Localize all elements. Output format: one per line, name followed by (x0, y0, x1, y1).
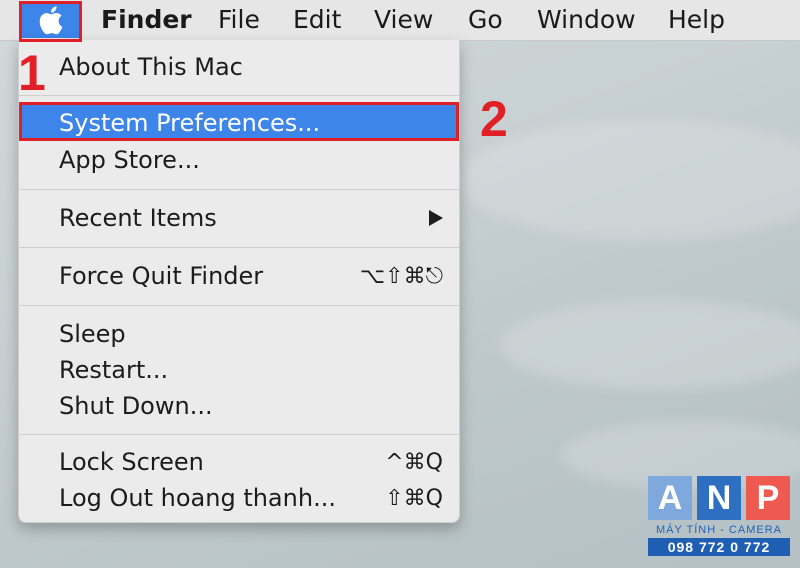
menu-separator (19, 434, 459, 435)
apple-dropdown-menu: About This Mac System Preferences... App… (18, 40, 460, 523)
menubar-item-view[interactable]: View (374, 4, 433, 36)
menubar-item-go[interactable]: Go (468, 4, 503, 36)
step1-label: 1 (18, 45, 46, 101)
menu-item-label: About This Mac (59, 53, 243, 81)
menubar-item-edit[interactable]: Edit (293, 4, 341, 36)
menu-item-log-out[interactable]: Log Out hoang thanh... ⇧⌘Q (19, 480, 459, 516)
triangle-right-icon (429, 210, 443, 226)
menu-item-shortcut: ⌥⇧⌘⎋ (359, 263, 443, 289)
menu-item-label: App Store... (59, 146, 200, 174)
menu-item-restart[interactable]: Restart... (19, 352, 459, 388)
step2-label: 2 (480, 91, 508, 147)
logo-tagline: MÁY TÍNH - CAMERA (656, 524, 782, 536)
menu-item-recent-items[interactable]: Recent Items (19, 200, 459, 236)
menu-item-system-preferences[interactable]: System Preferences... (19, 105, 459, 141)
menu-item-shut-down[interactable]: Shut Down... (19, 388, 459, 424)
menu-separator (19, 247, 459, 248)
menu-item-label: Sleep (59, 320, 126, 348)
apple-logo-icon (39, 6, 63, 35)
menu-item-label: Restart... (59, 356, 169, 384)
menu-item-label: System Preferences... (59, 109, 321, 137)
menu-item-sleep[interactable]: Sleep (19, 316, 459, 352)
logo-phone: 098 772 0 772 (648, 538, 790, 556)
menu-item-shortcut: ⇧⌘Q (385, 485, 443, 511)
apple-menu-button[interactable] (20, 2, 80, 38)
menu-item-app-store[interactable]: App Store... (19, 142, 459, 178)
menu-separator (19, 305, 459, 306)
menu-item-about-this-mac[interactable]: About This Mac (19, 49, 459, 85)
menu-item-label: Force Quit Finder (59, 262, 264, 290)
menu-item-label: Lock Screen (59, 448, 204, 476)
menu-item-lock-screen[interactable]: Lock Screen ^⌘Q (19, 444, 459, 480)
logo-letter-p: P (746, 476, 790, 520)
menubar-item-file[interactable]: File (218, 4, 260, 36)
menubar-item-finder[interactable]: Finder (101, 4, 192, 36)
menu-bar: Finder File Edit View Go Window Help (0, 0, 800, 41)
logo-letter-a: A (648, 476, 692, 520)
anp-watermark-logo: A N P MÁY TÍNH - CAMERA 098 772 0 772 (648, 476, 790, 558)
menu-item-label: Log Out hoang thanh... (59, 484, 336, 512)
menu-item-label: Recent Items (59, 204, 217, 232)
logo-letter-n: N (697, 476, 741, 520)
menubar-item-window[interactable]: Window (537, 4, 636, 36)
menubar-item-help[interactable]: Help (668, 4, 725, 36)
menu-item-label: Shut Down... (59, 392, 213, 420)
menu-separator (19, 95, 459, 96)
menu-item-shortcut: ^⌘Q (385, 449, 443, 475)
menu-item-force-quit[interactable]: Force Quit Finder ⌥⇧⌘⎋ (19, 258, 459, 294)
menu-separator (19, 189, 459, 190)
